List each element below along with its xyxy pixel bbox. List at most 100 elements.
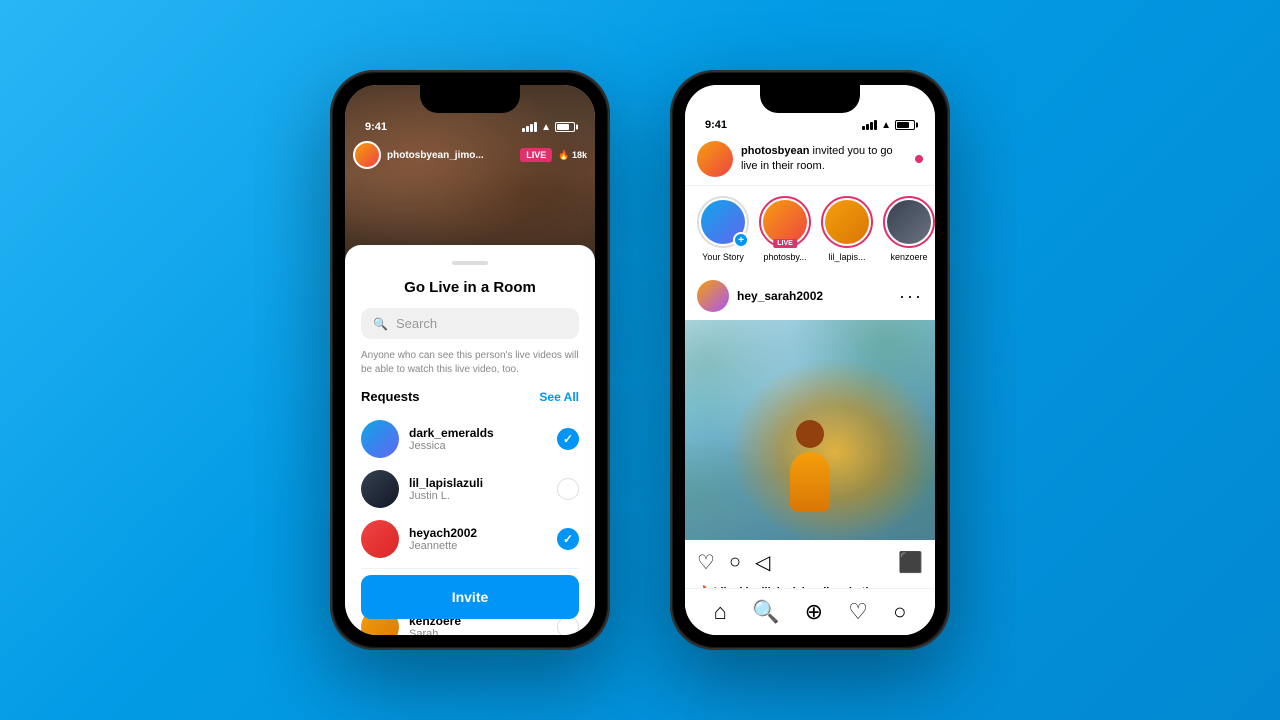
story-photosby[interactable]: LIVE photosby... bbox=[759, 196, 811, 262]
request-sub-1: Jessica bbox=[409, 440, 547, 452]
time-phone1: 9:41 bbox=[365, 121, 387, 133]
search-icon: 🔍 bbox=[373, 317, 388, 331]
post-header: hey_sarah2002 ··· bbox=[685, 272, 935, 320]
request-row-3[interactable]: heyach2002 Jeannette bbox=[361, 514, 579, 564]
post-username: hey_sarah2002 bbox=[737, 289, 891, 303]
profile-nav-button[interactable]: ○ bbox=[893, 599, 906, 625]
notch-right bbox=[760, 85, 860, 113]
live-label: LIVE bbox=[773, 239, 797, 248]
search-placeholder: Search bbox=[396, 316, 437, 331]
story-label-photosby: photosby... bbox=[763, 252, 806, 262]
notch-left bbox=[420, 85, 520, 113]
request-name-1: dark_emeralds bbox=[409, 426, 547, 440]
bar2-p2 bbox=[866, 124, 869, 130]
live-count: 🔥 18k bbox=[558, 150, 587, 161]
bar1-p2 bbox=[862, 126, 865, 130]
live-avatar bbox=[353, 141, 381, 169]
add-story-btn[interactable]: + bbox=[733, 232, 749, 248]
stories-row: + Your Story LIVE photosby... bbox=[685, 186, 935, 272]
request-avatar-2 bbox=[361, 470, 399, 508]
story-label-lapis: lil_lapis... bbox=[828, 252, 865, 262]
invite-button[interactable]: Invite bbox=[361, 575, 579, 619]
home-nav-button[interactable]: ⌂ bbox=[714, 599, 727, 625]
wifi-icon-1: ▲ bbox=[541, 122, 551, 133]
notif-username: photosbyean bbox=[741, 145, 809, 157]
post-more-button[interactable]: ··· bbox=[899, 286, 923, 307]
battery-icon-1 bbox=[555, 122, 575, 132]
post-actions: ♡ ○ ◁ ⬛ bbox=[685, 540, 935, 585]
add-nav-button[interactable]: ⊕ bbox=[805, 599, 823, 625]
story-ring-kenzoere bbox=[883, 196, 935, 248]
battery-icon-2 bbox=[895, 120, 915, 130]
live-badge: LIVE bbox=[520, 148, 552, 162]
live-dot bbox=[915, 155, 923, 163]
phone-right-screen: 9:41 ▲ bbox=[685, 85, 935, 635]
request-avatar-1 bbox=[361, 420, 399, 458]
request-info-3: heyach2002 Jeannette bbox=[409, 526, 547, 552]
request-name-3: heyach2002 bbox=[409, 526, 547, 540]
phone-left-screen: 9:41 ▲ bbox=[345, 85, 595, 635]
story-label-your: Your Story bbox=[702, 252, 744, 262]
wifi-icon-2: ▲ bbox=[881, 120, 891, 131]
like-button[interactable]: ♡ bbox=[697, 550, 715, 575]
requests-label: Requests bbox=[361, 389, 420, 404]
request-info-1: dark_emeralds Jessica bbox=[409, 426, 547, 452]
heart-nav-button[interactable]: ♡ bbox=[848, 599, 868, 625]
person-figure bbox=[775, 420, 845, 520]
story-lil-lapis[interactable]: lil_lapis... bbox=[821, 196, 873, 262]
modal-title: Go Live in a Room bbox=[361, 279, 579, 296]
story-avatar-lapis bbox=[825, 200, 869, 244]
helper-text: Anyone who can see this person's live vi… bbox=[361, 349, 579, 377]
bar4-p2 bbox=[874, 120, 877, 130]
live-top-bar: photosbyean_jimo... LIVE 🔥 18k bbox=[353, 141, 587, 169]
check-3[interactable] bbox=[557, 528, 579, 550]
story-avatar-kenzoere bbox=[887, 200, 931, 244]
bar3-p2 bbox=[870, 122, 873, 130]
request-sub-3: Jeannette bbox=[409, 540, 547, 552]
search-box[interactable]: 🔍 Search bbox=[361, 308, 579, 339]
bottom-nav: ⌂ 🔍 ⊕ ♡ ○ bbox=[685, 588, 935, 635]
post-image bbox=[685, 320, 935, 540]
see-all-button[interactable]: See All bbox=[539, 390, 579, 404]
share-button[interactable]: ◁ bbox=[755, 550, 770, 575]
notification-bar[interactable]: photosbyean invited you to golive in the… bbox=[685, 133, 935, 186]
request-name-2: lil_lapislazuli bbox=[409, 476, 547, 490]
phone-left-inner: 9:41 ▲ bbox=[333, 73, 607, 647]
divider-1 bbox=[361, 568, 579, 569]
bookmark-button[interactable]: ⬛ bbox=[898, 550, 923, 575]
check-1[interactable] bbox=[557, 428, 579, 450]
request-row-2[interactable]: lil_lapislazuli Justin L. bbox=[361, 464, 579, 514]
phone-right: 9:41 ▲ bbox=[670, 70, 950, 650]
request-info-2: lil_lapislazuli Justin L. bbox=[409, 476, 547, 502]
status-icons-phone2: ▲ bbox=[862, 120, 915, 131]
request-row-1[interactable]: dark_emeralds Jessica bbox=[361, 414, 579, 464]
bar3 bbox=[530, 124, 533, 132]
signal-bars-1 bbox=[522, 122, 537, 132]
person-head bbox=[796, 420, 824, 448]
time-phone2: 9:41 bbox=[705, 119, 727, 131]
search-nav-button[interactable]: 🔍 bbox=[752, 599, 779, 625]
modal-sheet: Go Live in a Room 🔍 Search Anyone who ca… bbox=[345, 245, 595, 635]
phones-container: 9:41 ▲ bbox=[330, 70, 950, 650]
story-ring-lapis bbox=[821, 196, 873, 248]
story-ring-live: LIVE bbox=[759, 196, 811, 248]
check-2[interactable] bbox=[557, 478, 579, 500]
story-your[interactable]: + Your Story bbox=[697, 196, 749, 262]
signal-bars-2 bbox=[862, 120, 877, 130]
story-label-kenzoere: kenzoere bbox=[890, 252, 927, 262]
requests-header: Requests See All bbox=[361, 389, 579, 404]
battery-fill-1 bbox=[557, 124, 569, 130]
story-avatar-photosby bbox=[763, 200, 807, 244]
phone-right-inner: 9:41 ▲ bbox=[673, 73, 947, 647]
bar1 bbox=[522, 128, 525, 132]
comment-button[interactable]: ○ bbox=[729, 551, 741, 574]
post-avatar bbox=[697, 280, 729, 312]
request-sub-2: Justin L. bbox=[409, 490, 547, 502]
status-icons-phone1: ▲ bbox=[522, 122, 575, 133]
story-kenzoere[interactable]: kenzoere bbox=[883, 196, 935, 262]
invite-sub-1: Sarah bbox=[409, 628, 547, 635]
bar2 bbox=[526, 126, 529, 132]
live-username: photosbyean_jimo... bbox=[387, 150, 514, 161]
request-avatar-3 bbox=[361, 520, 399, 558]
story-ring-your: + bbox=[697, 196, 749, 248]
